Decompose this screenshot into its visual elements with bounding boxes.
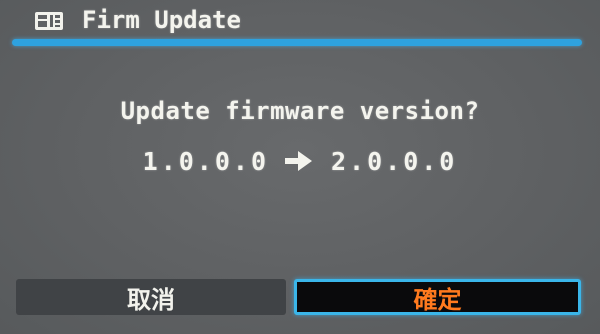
settings-menu-icon xyxy=(35,12,63,30)
camera-screen: Firm Update Update firmware version? 1.0… xyxy=(0,0,600,334)
current-version: 1.0.0.0 xyxy=(142,146,269,176)
header-divider xyxy=(12,39,582,46)
right-arrow-icon xyxy=(285,151,312,171)
version-change: 1.0.0.0 2.0.0.0 xyxy=(0,143,600,179)
page-title: Firm Update xyxy=(82,6,241,34)
new-version: 2.0.0.0 xyxy=(331,146,458,176)
title-bar: Firm Update xyxy=(0,0,600,46)
confirm-message: Update firmware version? xyxy=(120,97,480,125)
ok-button[interactable]: 確定 xyxy=(294,279,581,315)
cancel-button-label: 取消 xyxy=(127,285,175,314)
ok-button-label: 確定 xyxy=(413,285,462,314)
cancel-button[interactable]: 取消 xyxy=(16,279,286,315)
